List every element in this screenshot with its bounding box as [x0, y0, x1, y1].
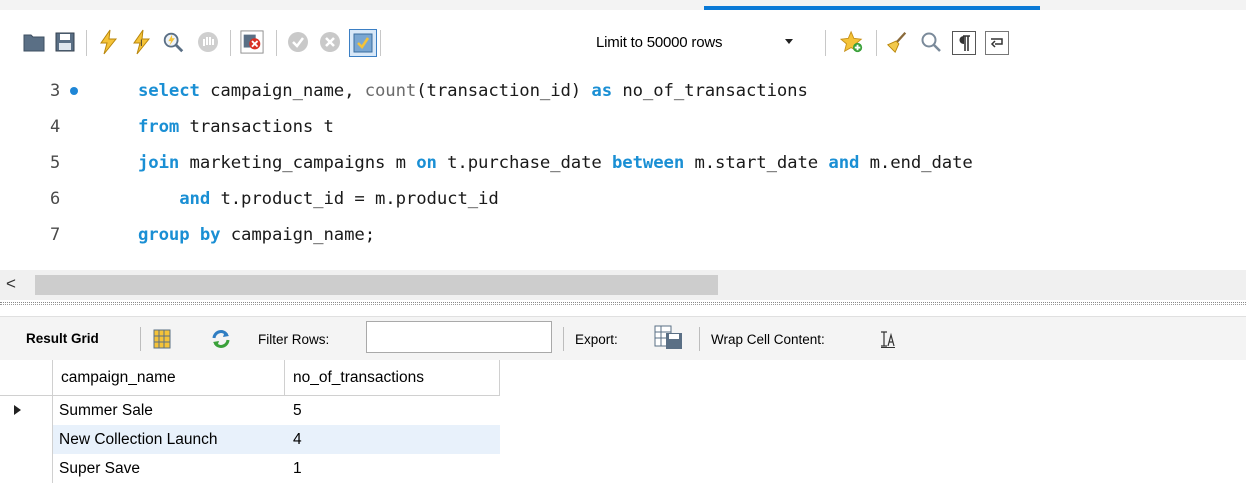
row-header[interactable]: [0, 425, 53, 454]
wrap-cell-content-label: Wrap Cell Content:: [711, 332, 825, 347]
editor-line[interactable]: 6 and t.product_id = m.product_id: [0, 183, 1246, 219]
scroll-left-arrow[interactable]: <: [6, 274, 16, 294]
sql-text: t.product_id = m.product_id: [210, 189, 499, 209]
refresh-icon[interactable]: [210, 329, 232, 354]
open-folder-icon[interactable]: [22, 30, 46, 54]
toolbar-separator: [276, 30, 277, 56]
cell-no-of-transactions[interactable]: 4: [285, 425, 500, 454]
sql-code: join marketing_campaigns m on t.purchase…: [138, 153, 973, 173]
sql-keyword: and: [828, 153, 860, 173]
sql-keyword: group by: [138, 225, 221, 245]
cell-campaign-name[interactable]: New Collection Launch: [53, 425, 285, 454]
wrap-lines-icon[interactable]: [985, 31, 1009, 55]
wrap-cell-icon[interactable]: [880, 330, 896, 353]
sql-keyword: from: [138, 117, 180, 137]
scrollbar-thumb[interactable]: [35, 275, 718, 295]
line-number: 3: [50, 81, 61, 101]
grid-corner: [0, 360, 53, 396]
explain-icon[interactable]: [161, 30, 185, 54]
form-editor-icon[interactable]: [153, 329, 171, 354]
sql-code: select campaign_name, count(transaction_…: [138, 81, 808, 101]
toolbar-separator: [230, 30, 231, 56]
editor-horizontal-scrollbar[interactable]: <: [0, 270, 1246, 300]
autocommit-icon[interactable]: [349, 29, 377, 57]
sql-text: no_of_transactions: [612, 81, 808, 101]
sql-keyword: join: [138, 153, 180, 173]
sql-code: from transactions t: [138, 117, 334, 137]
save-icon[interactable]: [53, 30, 77, 54]
editor-line[interactable]: 5 join marketing_campaigns m on t.purchas…: [0, 147, 1246, 183]
sql-keyword: and: [179, 189, 211, 209]
sql-code: and t.product_id = m.product_id: [138, 189, 499, 209]
sql-text: marketing_campaigns m: [179, 153, 417, 173]
toolbar-separator: [380, 30, 381, 56]
toolbar-separator: [86, 30, 87, 56]
beautify-icon[interactable]: [885, 30, 909, 54]
row-header[interactable]: [0, 396, 53, 425]
svg-text:I: I: [140, 39, 143, 49]
toolbar-separator: [563, 327, 564, 351]
editor-line[interactable]: 3 select campaign_name, count(transaction…: [0, 75, 1246, 111]
add-snippet-icon[interactable]: [840, 30, 864, 54]
invisible-chars-icon[interactable]: [952, 31, 976, 55]
toolbar-separator: [699, 327, 700, 351]
column-header[interactable]: no_of_transactions: [285, 360, 500, 396]
editor-line[interactable]: 7 group by campaign_name;: [0, 219, 1246, 255]
sql-keyword: select: [138, 81, 200, 101]
export-icon[interactable]: [654, 325, 684, 356]
execute-current-icon[interactable]: I: [129, 29, 153, 55]
sql-text: m.end_date: [859, 153, 973, 173]
sql-keyword: between: [612, 153, 685, 173]
sql-text: (transaction_id): [416, 81, 592, 101]
cell-campaign-name[interactable]: Summer Sale: [53, 396, 285, 425]
limit-rows-select[interactable]: Limit to 50000 rows: [589, 28, 799, 56]
cell-no-of-transactions[interactable]: 5: [285, 396, 500, 425]
line-number: 5: [50, 153, 61, 173]
stop-icon[interactable]: [196, 30, 220, 54]
result-grid-tab[interactable]: Result Grid: [26, 331, 99, 346]
toggle-error-icon[interactable]: [240, 30, 264, 54]
filter-rows-label: Filter Rows:: [258, 332, 330, 347]
editor-line[interactable]: 4 from transactions t: [0, 111, 1246, 147]
sql-keyword: as: [591, 81, 613, 101]
sql-text: campaign_name;: [220, 225, 376, 245]
sql-code: group by campaign_name;: [138, 225, 375, 245]
column-header[interactable]: campaign_name: [53, 360, 285, 396]
cell-campaign-name[interactable]: Super Save: [53, 454, 285, 483]
sql-text: transactions t: [179, 117, 334, 137]
current-statement-dot-icon: [70, 87, 78, 95]
line-number: 6: [50, 189, 61, 209]
toolbar-separator: [140, 327, 141, 351]
chevron-down-icon: [785, 39, 793, 44]
cell-no-of-transactions[interactable]: 1: [285, 454, 500, 483]
sql-text: campaign_name,: [199, 81, 365, 101]
current-row-pointer-icon: [14, 405, 21, 415]
execute-icon[interactable]: [96, 29, 120, 55]
sql-editor-toolbar: I Limit to 50000 rows: [0, 10, 1246, 72]
line-number: 7: [50, 225, 61, 245]
export-label: Export:: [575, 332, 618, 347]
find-icon[interactable]: [919, 30, 943, 54]
panel-splitter-line: [0, 304, 1246, 305]
row-header[interactable]: [0, 454, 53, 483]
window-top-strip: [0, 0, 1246, 10]
commit-icon[interactable]: [286, 30, 310, 54]
rollback-icon[interactable]: [318, 30, 342, 54]
toolbar-separator: [825, 30, 826, 56]
sql-text: m.start_date: [684, 153, 829, 173]
sql-function: count: [364, 81, 417, 101]
sql-text: t.purchase_date: [436, 153, 612, 173]
line-number: 4: [50, 117, 61, 137]
result-toolbar: Result Grid Filter Rows: Export: Wrap Ce…: [0, 316, 1246, 361]
sql-keyword: on: [416, 153, 437, 173]
sql-editor[interactable]: 3 select campaign_name, count(transaction…: [0, 72, 1246, 268]
result-grid[interactable]: campaign_name no_of_transactions Summer Sa…: [0, 360, 1246, 491]
limit-rows-value: Limit to 50000 rows: [596, 33, 723, 51]
filter-rows-input[interactable]: [366, 321, 552, 353]
toolbar-separator: [876, 30, 877, 56]
